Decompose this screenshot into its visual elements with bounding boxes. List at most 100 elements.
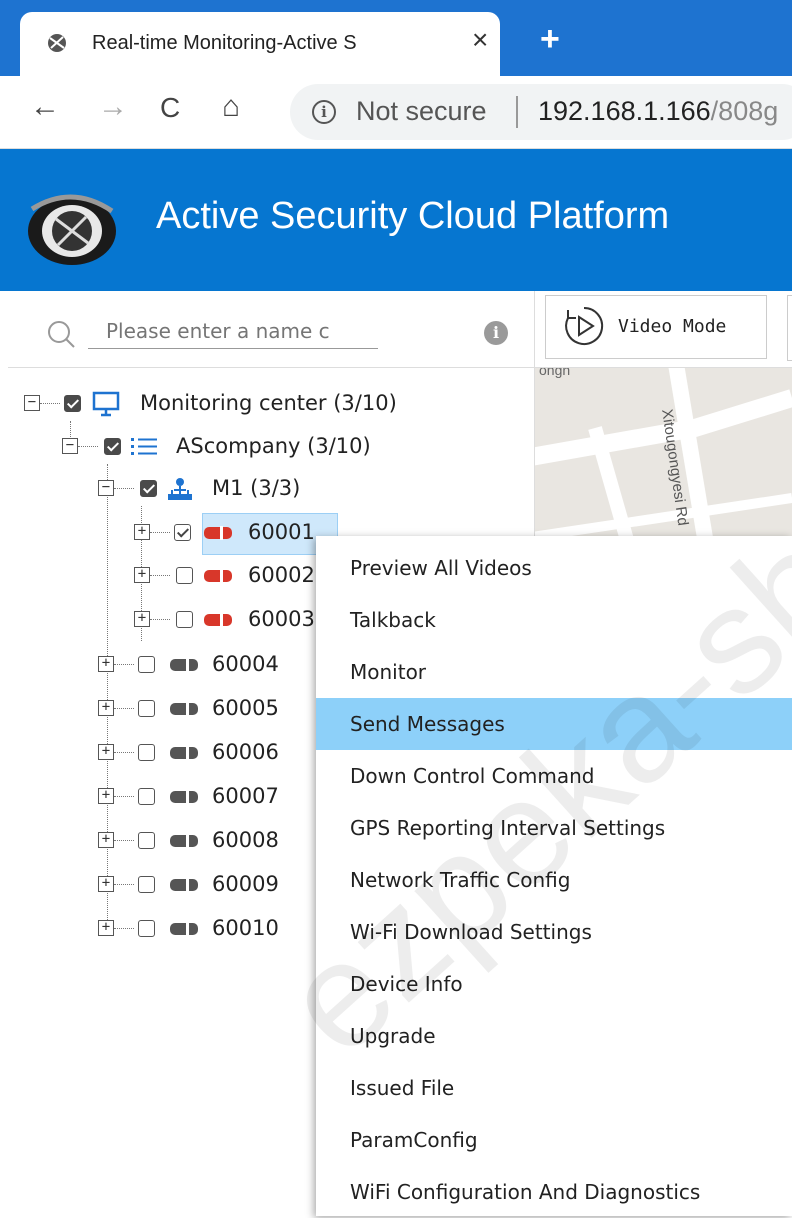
tree-connector	[150, 575, 170, 576]
expand-icon[interactable]: +	[98, 788, 114, 804]
checkbox[interactable]	[138, 656, 155, 673]
tree-node-label: 60006	[212, 740, 279, 764]
toolbar-next-button[interactable]	[787, 295, 792, 361]
expand-icon[interactable]: +	[98, 656, 114, 672]
address-bar: ← → C ⌂ i Not secure 192.168.1.166/808g	[0, 76, 792, 149]
tree-connector	[114, 752, 134, 753]
tree-node-group[interactable]: − M1 (3/3)	[98, 470, 498, 510]
tab-close-icon[interactable]: ×	[472, 26, 488, 54]
menu-item-label: Preview All Videos	[350, 556, 532, 580]
checkbox[interactable]	[138, 920, 155, 937]
vehicle-online-icon	[204, 613, 232, 627]
expand-icon[interactable]: +	[98, 832, 114, 848]
expand-icon[interactable]: +	[98, 744, 114, 760]
favicon-icon	[48, 34, 66, 52]
expand-icon[interactable]: +	[98, 920, 114, 936]
tree-connector	[114, 488, 134, 489]
menu-item-label: Send Messages	[350, 712, 505, 736]
home-icon[interactable]: ⌂	[222, 92, 240, 122]
menu-item-preview-all-videos[interactable]: Preview All Videos	[316, 542, 792, 594]
vehicle-offline-icon	[170, 834, 198, 848]
menu-item-device-info[interactable]: Device Info	[316, 958, 792, 1010]
menu-item-label: Device Info	[350, 972, 463, 996]
menu-item-label: Monitor	[350, 660, 427, 684]
menu-item-talkback[interactable]: Talkback	[316, 594, 792, 646]
tree-node-label: 60003	[248, 607, 315, 631]
forward-arrow-icon[interactable]: →	[98, 92, 128, 122]
vehicle-offline-icon	[170, 922, 198, 936]
menu-item-label: WiFi Configuration And Diagnostics	[350, 1180, 701, 1204]
tree-node-root[interactable]: − Monitoring center (3/10)	[24, 385, 504, 425]
checkbox[interactable]	[138, 832, 155, 849]
checkbox[interactable]	[104, 438, 121, 455]
menu-item-send-messages[interactable]: Send Messages	[316, 698, 792, 750]
menu-item-label: Network Traffic Config	[350, 868, 571, 892]
app-title: Active Security Cloud Platform	[156, 195, 670, 237]
menu-item-monitor[interactable]: Monitor	[316, 646, 792, 698]
checkbox[interactable]	[64, 395, 81, 412]
browser-tab[interactable]: Real-time Monitoring-Active S ×	[20, 12, 500, 76]
collapse-icon[interactable]: −	[62, 438, 78, 454]
street-label-partial: ongn	[539, 368, 571, 378]
url-field[interactable]: i Not secure 192.168.1.166/808g	[290, 84, 792, 140]
menu-item-gps-reporting-interval[interactable]: GPS Reporting Interval Settings	[316, 802, 792, 854]
new-tab-button[interactable]: +	[540, 22, 560, 56]
tree-connector	[40, 403, 60, 404]
tree-node-label: 60005	[212, 696, 279, 720]
tree-node-label: 60001	[248, 520, 315, 544]
menu-item-network-traffic-config[interactable]: Network Traffic Config	[316, 854, 792, 906]
tree-connector	[150, 532, 170, 533]
tree-node-company[interactable]: − AScompany (3/10)	[62, 428, 502, 468]
menu-item-label: Issued File	[350, 1076, 455, 1100]
logo-icon	[28, 194, 116, 265]
collapse-icon[interactable]: −	[98, 480, 114, 496]
menu-item-label: Wi-Fi Download Settings	[350, 920, 592, 944]
collapse-icon[interactable]: −	[24, 395, 40, 411]
checkbox[interactable]	[174, 524, 191, 541]
tree-node-label: AScompany (3/10)	[176, 434, 371, 458]
expand-icon[interactable]: +	[134, 524, 150, 540]
tree-connector	[114, 840, 134, 841]
search-divider	[8, 367, 534, 368]
menu-item-wifi-configuration[interactable]: WiFi Configuration And Diagnostics	[316, 1166, 792, 1218]
expand-icon[interactable]: +	[134, 611, 150, 627]
tree-connector	[114, 884, 134, 885]
tree-node-label: 60010	[212, 916, 279, 940]
security-info-icon[interactable]: i	[312, 100, 336, 124]
list-icon	[131, 438, 157, 455]
expand-icon[interactable]: +	[98, 876, 114, 892]
checkbox[interactable]	[138, 700, 155, 717]
video-mode-button[interactable]: Video Mode	[545, 295, 767, 359]
menu-item-param-config[interactable]: ParamConfig	[316, 1114, 792, 1166]
tree-node-label: M1 (3/3)	[212, 476, 301, 500]
vehicle-offline-icon	[170, 790, 198, 804]
checkbox[interactable]	[140, 480, 157, 497]
info-icon[interactable]: i	[484, 321, 508, 345]
vehicle-offline-icon	[170, 658, 198, 672]
security-status: Not secure	[356, 96, 487, 126]
tree-node-label: Monitoring center (3/10)	[140, 391, 397, 415]
checkbox[interactable]	[138, 788, 155, 805]
tree-connector	[114, 708, 134, 709]
checkbox[interactable]	[138, 744, 155, 761]
menu-item-label: GPS Reporting Interval Settings	[350, 816, 666, 840]
context-menu: Preview All Videos Talkback Monitor Send…	[316, 536, 792, 1216]
checkbox[interactable]	[176, 611, 193, 628]
checkbox[interactable]	[176, 567, 193, 584]
monitor-icon	[92, 391, 120, 417]
menu-item-label: Talkback	[350, 608, 436, 632]
menu-item-issued-file[interactable]: Issued File	[316, 1062, 792, 1114]
search-input[interactable]	[88, 313, 378, 349]
checkbox[interactable]	[138, 876, 155, 893]
tree-node-label: 60007	[212, 784, 279, 808]
menu-item-down-control-command[interactable]: Down Control Command	[316, 750, 792, 802]
tree-node-label: 60009	[212, 872, 279, 896]
back-arrow-icon[interactable]: ←	[30, 92, 60, 122]
menu-item-upgrade[interactable]: Upgrade	[316, 1010, 792, 1062]
reload-icon[interactable]: C	[160, 94, 180, 122]
expand-icon[interactable]: +	[134, 567, 150, 583]
tree-connector	[150, 619, 170, 620]
vehicle-online-icon	[204, 526, 232, 540]
expand-icon[interactable]: +	[98, 700, 114, 716]
menu-item-wifi-download-settings[interactable]: Wi-Fi Download Settings	[316, 906, 792, 958]
